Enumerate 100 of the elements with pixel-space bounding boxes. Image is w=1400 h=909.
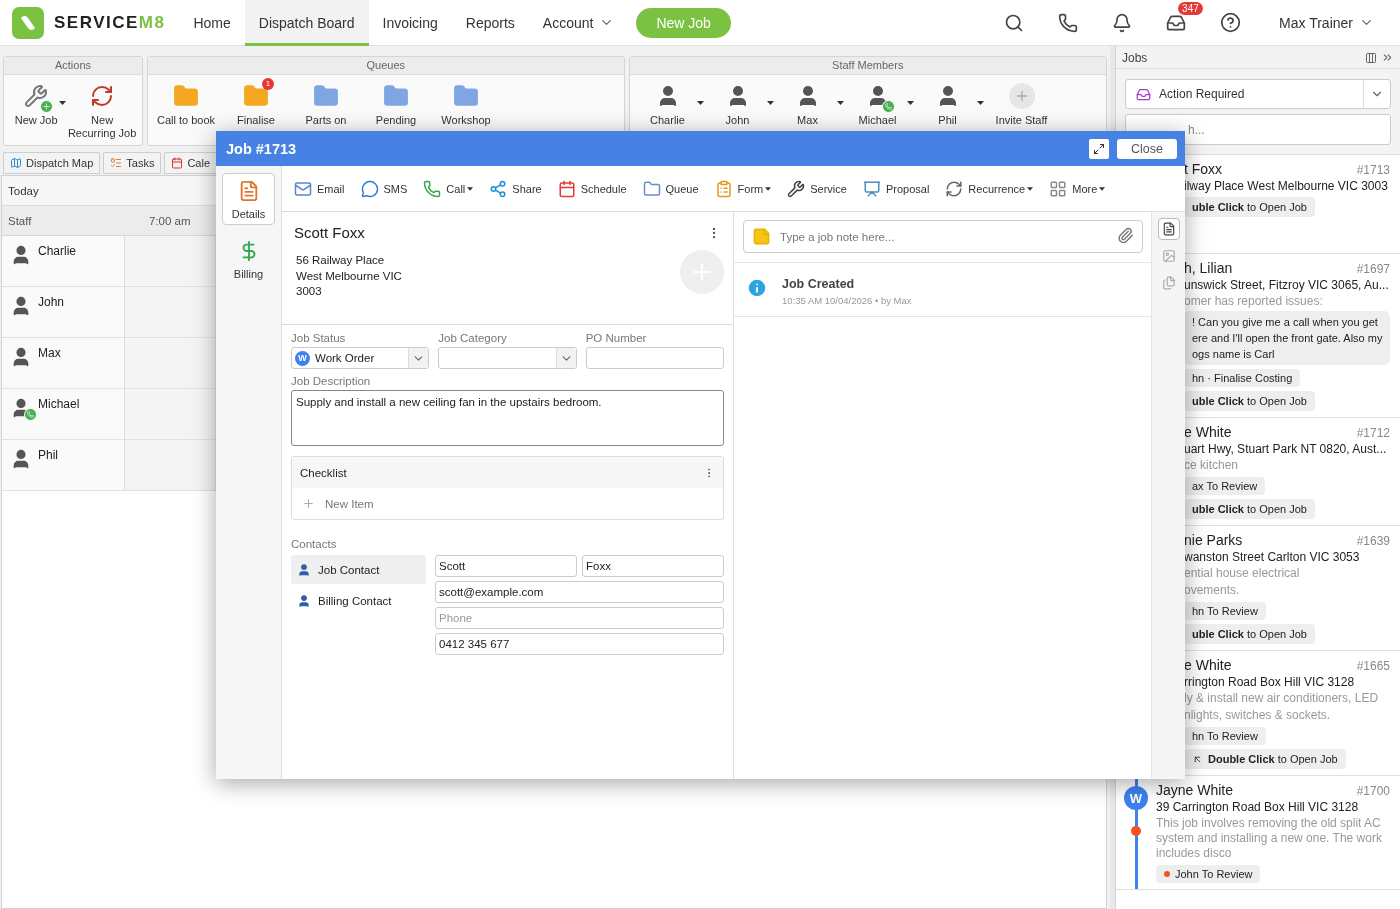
open-job-button[interactable]: uble Click to Open Job: [1184, 391, 1315, 411]
client-name: Scott Foxx: [294, 224, 365, 241]
nav-link[interactable]: Account: [528, 0, 629, 46]
nav-link[interactable]: Dispatch Board: [244, 0, 369, 46]
close-button[interactable]: Close: [1117, 138, 1177, 159]
status-tag: hn · Finalise Costing: [1184, 369, 1301, 387]
folder-button[interactable]: Workshop: [432, 81, 500, 127]
open-job-button[interactable]: Double Click to Open Job: [1184, 749, 1346, 769]
phone-field[interactable]: Phone: [435, 607, 724, 629]
refresh-icon: [90, 84, 115, 108]
logo-text: SERVICEM8: [54, 12, 166, 33]
field-label: Job Category: [438, 332, 508, 344]
staff-button[interactable]: John: [703, 81, 772, 127]
map-icon: [10, 157, 22, 169]
toolbar-button[interactable]: Service: [785, 177, 849, 200]
side-tab[interactable]: Details: [222, 173, 275, 225]
folder-button[interactable]: Pending: [362, 81, 430, 127]
expand-button[interactable]: [1089, 138, 1110, 159]
mail-icon: [294, 179, 312, 198]
ribbon-button[interactable]: New Job: [8, 81, 65, 127]
sticky-note-icon: [752, 227, 771, 246]
search-field[interactable]: h...: [1125, 114, 1391, 145]
open-job-button[interactable]: uble Click to Open Job: [1184, 499, 1315, 519]
staff-button[interactable]: Phil: [913, 81, 982, 127]
job-number: #1697: [1356, 262, 1390, 276]
toolbar-button[interactable]: Share: [487, 177, 544, 200]
staff-name: Michael: [38, 397, 80, 411]
job-description: ce kitchen: [1184, 458, 1239, 473]
job-address: uart Hwy, Stuart Park NT 0820, Aust...: [1184, 442, 1387, 456]
staff-button[interactable]: Max: [773, 81, 842, 127]
open-job-button[interactable]: uble Click to Open Job: [1184, 624, 1315, 644]
toolbar-button[interactable]: SMS: [358, 177, 410, 200]
job-address: rrington Road Box Hill VIC 3128: [1184, 675, 1355, 689]
job-description: nlights, switches & sockets.: [1184, 708, 1331, 723]
clipboard-icon: [714, 179, 733, 198]
toolbar-button[interactable]: Form: [712, 177, 774, 200]
caret-icon: [766, 101, 774, 105]
view-button[interactable]: [1157, 218, 1180, 240]
staff-button[interactable]: Michael: [843, 81, 912, 127]
folder-button[interactable]: 1 Finalise: [222, 81, 290, 127]
toolbar-button[interactable]: Recurrence: [943, 177, 1036, 200]
user-menu[interactable]: Max Trainer: [1273, 13, 1380, 32]
caret-icon: [976, 101, 984, 105]
job-number: #1712: [1356, 426, 1390, 440]
status-select[interactable]: W Work Order: [291, 347, 430, 369]
toolbar-button[interactable]: Proposal: [860, 177, 932, 200]
nav-link[interactable]: Invoicing: [368, 0, 452, 46]
job-address: ilway Place West Melbourne VIC 3003: [1184, 179, 1388, 193]
view-tab[interactable]: Cale: [164, 152, 217, 174]
view-tab[interactable]: Tasks: [103, 152, 162, 174]
filter-dropdown[interactable]: Action Required: [1125, 79, 1391, 109]
note-meta: 10:35 AM 10/04/2026 • by Max: [782, 295, 912, 306]
toolbar-button[interactable]: Email: [292, 177, 347, 200]
panel-title: Jobs: [1122, 50, 1148, 65]
toolbar-button[interactable]: Schedule: [555, 177, 629, 200]
status-tag: John To Review: [1156, 865, 1261, 883]
bell-icon: [1112, 12, 1133, 33]
email-field[interactable]: scott@example.com: [435, 581, 724, 603]
column-header: Staff: [7, 214, 33, 227]
plus-icon: [302, 497, 315, 510]
client-name: Jayne White: [1156, 782, 1234, 798]
image-icon: [1161, 249, 1176, 263]
toolbar-button[interactable]: Queue: [640, 177, 701, 200]
chat-icon: [360, 179, 379, 198]
toolbar-button[interactable]: More: [1047, 177, 1108, 200]
folder-button[interactable]: Call to book: [152, 81, 220, 127]
contact-tab[interactable]: Billing Contact: [291, 586, 426, 615]
share-icon: [489, 179, 508, 198]
toolbar-button[interactable]: Call: [421, 177, 476, 200]
staff-name: Charlie: [38, 244, 76, 258]
note-field[interactable]: Type a job note here...: [743, 220, 1143, 253]
person-icon: [297, 593, 311, 608]
status-tag: ax To Review: [1184, 477, 1266, 495]
phone-icon: [1058, 12, 1079, 33]
calendar-icon: [171, 157, 184, 169]
mobile-field[interactable]: 0412 345 677: [435, 633, 724, 655]
folder-button[interactable]: Parts on: [292, 81, 360, 127]
view-tab[interactable]: Dispatch Map: [3, 152, 101, 174]
plus-icon: [1008, 83, 1035, 109]
last-name-field[interactable]: Foxx: [582, 555, 724, 577]
staff-name: John: [38, 295, 65, 309]
nav-link[interactable]: Home: [179, 0, 245, 46]
wrench-icon: [787, 179, 806, 198]
group-title: Staff Members: [629, 57, 1106, 75]
nav-link[interactable]: Reports: [451, 0, 529, 46]
avatar: W: [1124, 786, 1148, 810]
new-item-button[interactable]: New Item: [292, 488, 384, 519]
caret-icon: [696, 101, 704, 105]
address-line: West Melbourne VIC: [295, 268, 402, 284]
contact-tab[interactable]: Job Contact: [291, 555, 426, 584]
description-field[interactable]: Supply and install a new ceiling fan in the upstairs bedroom.: [291, 390, 724, 446]
side-tab[interactable]: Billing: [222, 233, 275, 285]
staff-button[interactable]: Charlie: [633, 81, 702, 127]
invite-staff-button[interactable]: Invite Staff: [983, 81, 1060, 127]
po-number-field[interactable]: [585, 347, 724, 369]
job-number: #1713: [1356, 163, 1390, 177]
open-job-button[interactable]: uble Click to Open Job: [1184, 197, 1315, 217]
staff-name: Phil: [38, 448, 58, 462]
ribbon-button[interactable]: New Recurring Job: [66, 81, 138, 140]
first-name-field[interactable]: Scott: [435, 555, 577, 577]
